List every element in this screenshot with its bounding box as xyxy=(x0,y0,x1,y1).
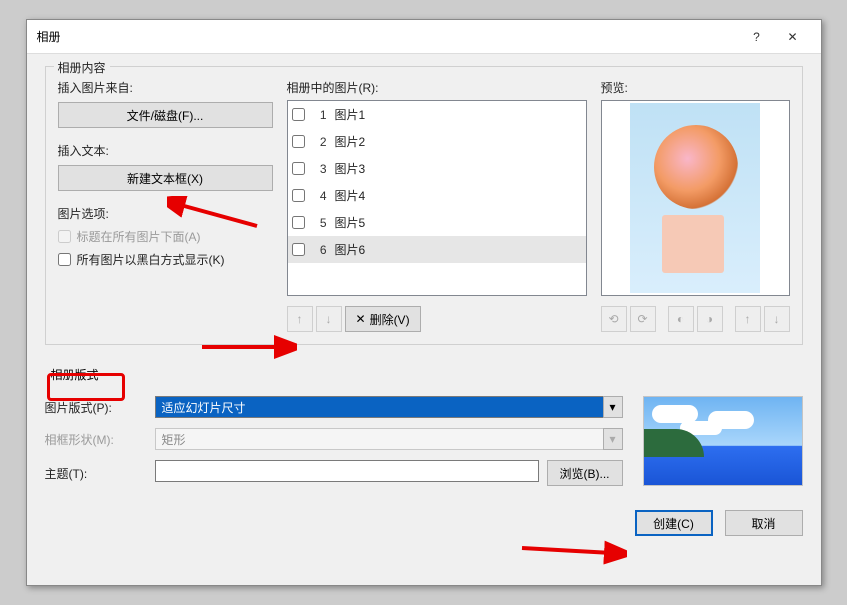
close-button[interactable]: ✕ xyxy=(775,24,811,50)
insert-column: 插入图片来自: 文件/磁盘(F)... 插入文本: 新建文本框(X) 图片选项:… xyxy=(58,77,273,332)
list-item[interactable]: 2 图片2 xyxy=(288,128,586,155)
list-item-checkbox[interactable] xyxy=(292,162,305,175)
list-item[interactable]: 5 图片5 xyxy=(288,209,586,236)
caption-below-input xyxy=(58,230,71,243)
list-item-number: 2 xyxy=(313,135,327,149)
list-item-checkbox[interactable] xyxy=(292,243,305,256)
x-icon: ✕ xyxy=(356,312,366,326)
help-icon: ? xyxy=(753,30,760,44)
chevron-down-icon: ▾ xyxy=(603,428,623,450)
picture-layout-label: 图片版式(P): xyxy=(45,399,145,416)
content-row: 插入图片来自: 文件/磁盘(F)... 插入文本: 新建文本框(X) 图片选项:… xyxy=(58,77,790,332)
frame-shape-value: 矩形 xyxy=(155,428,603,450)
list-item-number: 6 xyxy=(313,243,327,257)
list-item-number: 3 xyxy=(313,162,327,176)
rotate-right-icon: ⟳ xyxy=(637,312,647,326)
list-item-checkbox[interactable] xyxy=(292,108,305,121)
preview-image xyxy=(630,103,760,293)
contrast-down-icon: ◑ xyxy=(706,312,713,326)
list-item-name: 图片5 xyxy=(335,214,582,231)
dialog-footer: 创建(C) 取消 xyxy=(45,510,803,536)
theme-input[interactable] xyxy=(155,460,539,482)
list-item-checkbox[interactable] xyxy=(292,216,305,229)
frame-shape-label: 相框形状(M): xyxy=(45,431,145,448)
preview-toolstrip: ⟲ ⟳ ◐ ◑ ↑ ↓ xyxy=(601,306,790,332)
list-item-name: 图片4 xyxy=(335,187,582,204)
album-content-group: 相册内容 插入图片来自: 文件/磁盘(F)... 插入文本: 新建文本框(X) … xyxy=(45,66,803,345)
preview-label: 预览: xyxy=(601,79,790,96)
close-icon: ✕ xyxy=(787,30,797,44)
picture-layout-combo[interactable]: 适应幻灯片尺寸 ▾ xyxy=(155,396,623,418)
file-disk-button[interactable]: 文件/磁盘(F)... xyxy=(58,102,273,128)
preview-column: 预览: ⟲ ⟳ ◐ ◑ ↑ ↓ xyxy=(601,77,790,332)
create-button[interactable]: 创建(C) xyxy=(635,510,713,536)
cancel-button[interactable]: 取消 xyxy=(725,510,803,536)
layout-thumbnail xyxy=(643,396,803,486)
pictures-in-album-label: 相册中的图片(R): xyxy=(287,79,587,96)
list-item-name: 图片1 xyxy=(335,106,582,123)
dialog-body: 相册内容 插入图片来自: 文件/磁盘(F)... 插入文本: 新建文本框(X) … xyxy=(27,54,821,554)
preview-pane xyxy=(601,100,790,296)
chevron-down-icon[interactable]: ▾ xyxy=(603,396,623,418)
arrow-up-icon: ↑ xyxy=(297,312,303,326)
titlebar: 相册 ? ✕ xyxy=(27,20,821,54)
contrast-up-button: ◐ xyxy=(668,306,694,332)
contrast-up-icon: ◐ xyxy=(677,312,684,326)
all-bw-checkbox[interactable]: 所有图片以黑白方式显示(K) xyxy=(58,251,273,268)
list-item-number: 4 xyxy=(313,189,327,203)
list-item[interactable]: 3 图片3 xyxy=(288,155,586,182)
brightness-up-button: ↑ xyxy=(735,306,761,332)
list-item-name: 图片2 xyxy=(335,133,582,150)
list-toolstrip: ↑ ↓ ✕ 删除(V) xyxy=(287,306,587,332)
picture-layout-value: 适应幻灯片尺寸 xyxy=(155,396,603,418)
list-item[interactable]: 4 图片4 xyxy=(288,182,586,209)
insert-text-label: 插入文本: xyxy=(58,142,273,159)
list-item-name: 图片6 xyxy=(335,241,582,258)
help-button[interactable]: ? xyxy=(739,24,775,50)
theme-row: 浏览(B)... xyxy=(155,460,623,486)
list-column: 相册中的图片(R): 1 图片1 2 图片2 3 图片3 4 图片4 5 图片5 6 图片6 ↑ ↓ … xyxy=(287,77,587,332)
list-item[interactable]: 1 图片1 xyxy=(288,101,586,128)
rotate-left-button: ⟲ xyxy=(601,306,627,332)
photo-album-dialog: 相册 ? ✕ 相册内容 插入图片来自: 文件/磁盘(F)... 插入文本: 新建… xyxy=(26,19,822,586)
caption-below-checkbox: 标题在所有图片下面(A) xyxy=(58,228,273,245)
brightness-down-icon: ↓ xyxy=(774,312,780,326)
list-item-number: 5 xyxy=(313,216,327,230)
remove-button[interactable]: ✕ 删除(V) xyxy=(345,306,421,332)
rotate-left-icon: ⟲ xyxy=(608,312,618,326)
all-bw-input[interactable] xyxy=(58,253,71,266)
brightness-down-button: ↓ xyxy=(764,306,790,332)
move-down-button: ↓ xyxy=(316,306,342,332)
dialog-title: 相册 xyxy=(37,28,739,45)
pictures-listbox[interactable]: 1 图片1 2 图片2 3 图片3 4 图片4 5 图片5 6 图片6 xyxy=(287,100,587,296)
list-item-number: 1 xyxy=(313,108,327,122)
picture-options-label: 图片选项: xyxy=(58,205,273,222)
frame-shape-combo: 矩形 ▾ xyxy=(155,428,623,450)
list-item-name: 图片3 xyxy=(335,160,582,177)
arrow-down-icon: ↓ xyxy=(326,312,332,326)
list-item-checkbox[interactable] xyxy=(292,189,305,202)
album-content-legend: 相册内容 xyxy=(54,59,110,76)
list-item-checkbox[interactable] xyxy=(292,135,305,148)
contrast-down-button: ◑ xyxy=(697,306,723,332)
album-layout-heading: 相册版式 xyxy=(45,363,105,386)
rotate-right-button: ⟳ xyxy=(630,306,656,332)
list-item[interactable]: 6 图片6 xyxy=(288,236,586,263)
theme-label: 主题(T): xyxy=(45,465,145,482)
move-up-button: ↑ xyxy=(287,306,313,332)
browse-button[interactable]: 浏览(B)... xyxy=(547,460,623,486)
layout-grid: 图片版式(P): 适应幻灯片尺寸 ▾ 相框形状(M): 矩形 ▾ 主题(T): … xyxy=(45,396,803,486)
brightness-up-icon: ↑ xyxy=(745,312,751,326)
new-textbox-button[interactable]: 新建文本框(X) xyxy=(58,165,273,191)
insert-from-label: 插入图片来自: xyxy=(58,79,273,96)
